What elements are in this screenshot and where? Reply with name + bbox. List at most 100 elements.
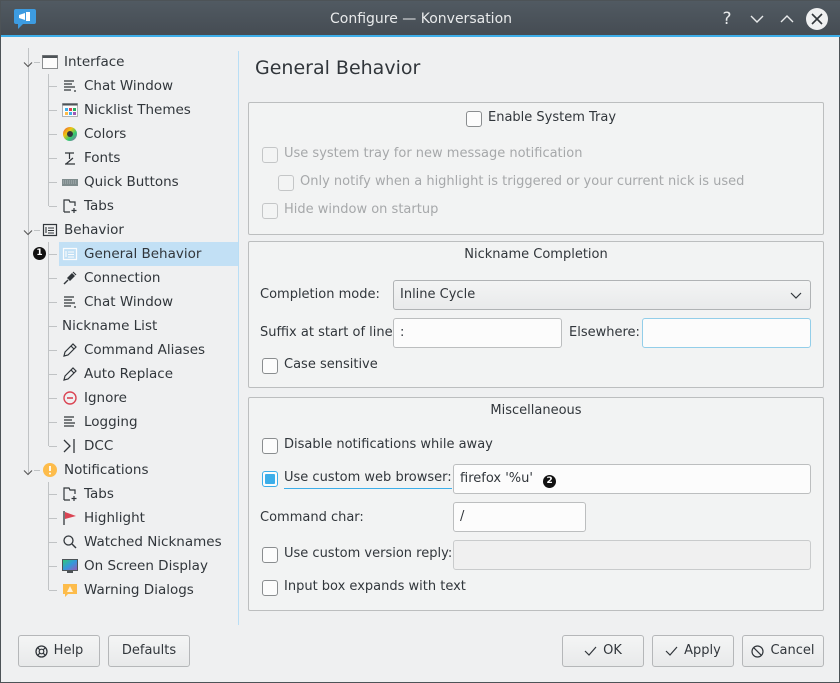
tree-line [49, 254, 57, 255]
tree-group-interface[interactable]: Interface [42, 50, 238, 74]
tree-group-behavior[interactable]: Behavior [42, 218, 238, 242]
tree-line [49, 326, 57, 327]
title-bar[interactable]: Configure — Konversation ? [1, 1, 840, 37]
only-notify-highlight-checkbox[interactable] [278, 175, 294, 191]
expand-toggle[interactable] [23, 58, 33, 68]
tree-line [49, 446, 57, 447]
expand-toggle[interactable] [23, 226, 33, 236]
nickname-completion-group: Nickname Completion Completion mode: Inl… [248, 241, 824, 388]
input-expands-label[interactable]: Input box expands with text [284, 579, 466, 594]
custom-version-label[interactable]: Use custom version reply: [284, 546, 452, 561]
tree-item-auto-replace[interactable]: Auto Replace [59, 362, 238, 386]
tree-item-highlight[interactable]: Highlight [59, 506, 238, 530]
ok-button[interactable]: OK [562, 635, 644, 667]
tree-item-chat-window[interactable]: Chat Window [59, 74, 238, 98]
tree-item-fonts[interactable]: Fonts [59, 146, 238, 170]
tree-line [49, 398, 57, 399]
disable-notifications-checkbox[interactable] [262, 438, 278, 454]
miscellaneous-title: Miscellaneous [490, 403, 582, 418]
apply-button-label: Apply [684, 643, 721, 658]
tree-line [49, 494, 57, 495]
tree-line [49, 542, 57, 543]
tray-notification-label[interactable]: Use system tray for new message notifica… [284, 146, 582, 161]
tree-item-chat-window[interactable]: Chat Window [59, 290, 238, 314]
annotation-marker-2: 2 [543, 475, 557, 488]
chevron-down-icon [23, 470, 33, 476]
tree-line [34, 230, 40, 231]
tree-item-label: Chat Window [84, 294, 174, 310]
elsewhere-input[interactable] [642, 318, 811, 348]
tree-item-label: Ignore [84, 390, 127, 406]
enable-system-tray-label[interactable]: Enable System Tray [488, 110, 616, 125]
custom-version-input[interactable] [453, 540, 811, 570]
tree-item-logging[interactable]: Logging [59, 410, 238, 434]
tree-item-label: DCC [84, 438, 114, 454]
tree-item-general-behavior[interactable]: General Behavior [59, 242, 238, 266]
custom-browser-checkbox[interactable] [262, 471, 278, 487]
minimize-button[interactable] [747, 9, 767, 29]
cancel-button[interactable]: Cancel [742, 635, 824, 667]
tree-item-colors[interactable]: Colors [59, 122, 238, 146]
terminal-icon [62, 438, 78, 454]
tree-item-ignore[interactable]: Ignore [59, 386, 238, 410]
tree-line [49, 566, 57, 567]
defaults-button-label: Defaults [121, 643, 177, 658]
checkmark-icon [584, 646, 597, 656]
custom-browser-label[interactable]: Use custom web browser: [284, 470, 452, 489]
tree-item-label: On Screen Display [84, 558, 208, 574]
only-notify-highlight-label[interactable]: Only notify when a highlight is triggere… [300, 174, 744, 189]
tree-line [49, 518, 57, 519]
expand-toggle[interactable] [23, 466, 33, 476]
hide-on-startup-checkbox[interactable] [262, 203, 278, 219]
tree-item-label: Logging [84, 414, 138, 430]
annotation-marker-1: 1 [33, 247, 46, 260]
sidebar-splitter[interactable] [238, 51, 239, 625]
tree-item-quick-buttons[interactable]: Quick Buttons [59, 170, 238, 194]
tree-item-connection[interactable]: Connection [59, 266, 238, 290]
tree-item-label: Connection [84, 270, 161, 286]
tree-item-label: Nickname List [62, 318, 158, 334]
color-wheel-icon [62, 126, 78, 142]
enable-system-tray-checkbox[interactable] [466, 111, 482, 127]
input-expands-checkbox[interactable] [262, 580, 278, 596]
tree-item-dcc[interactable]: DCC [59, 434, 238, 458]
completion-mode-select[interactable]: Inline Cycle [393, 280, 811, 310]
tree-item-label: Fonts [84, 150, 121, 166]
miscellaneous-group: Miscellaneous Disable notifications whil… [248, 397, 824, 611]
tree-group-label: Interface [64, 54, 125, 70]
case-sensitive-label[interactable]: Case sensitive [284, 357, 378, 372]
tree-item-on-screen-display[interactable]: On Screen Display [59, 554, 238, 578]
case-sensitive-checkbox[interactable] [262, 358, 278, 374]
custom-browser-input[interactable]: firefox '%u' 2 [453, 464, 811, 494]
question-icon: ? [722, 9, 732, 29]
tree-line [28, 48, 29, 474]
help-title-button[interactable]: ? [717, 9, 737, 29]
tree-item-nickname-list[interactable]: Nickname List [59, 314, 238, 338]
tray-notification-checkbox[interactable] [262, 147, 278, 163]
cancel-icon [751, 644, 765, 658]
defaults-button[interactable]: Defaults [108, 635, 190, 667]
help-button[interactable]: Help [18, 635, 100, 667]
maximize-button[interactable] [777, 9, 797, 29]
warning-dialog-icon [62, 582, 78, 598]
hide-on-startup-label[interactable]: Hide window on startup [284, 202, 438, 217]
tree-item-tabs[interactable]: Tabs [59, 482, 238, 506]
tree-item-nicklist-themes[interactable]: Nicklist Themes [59, 98, 238, 122]
keyboard-icon [62, 174, 78, 190]
tree-item-watched-nicknames[interactable]: Watched Nicknames [59, 530, 238, 554]
text-lines-icon [62, 78, 78, 94]
tree-item-command-aliases[interactable]: Command Aliases [59, 338, 238, 362]
disable-notifications-label[interactable]: Disable notifications while away [284, 437, 493, 452]
close-button[interactable] [806, 8, 828, 30]
help-button-label: Help [53, 643, 84, 658]
suffix-input[interactable]: : [393, 318, 562, 348]
tree-line [49, 134, 57, 135]
custom-version-checkbox[interactable] [262, 547, 278, 563]
tree-item-warning-dialogs[interactable]: Warning Dialogs [59, 578, 238, 602]
command-char-input[interactable]: / [453, 502, 586, 532]
tree-line [34, 62, 40, 63]
apply-button[interactable]: Apply [652, 635, 734, 667]
tree-group-notifications[interactable]: Notifications [42, 458, 238, 482]
chevron-down-icon [790, 292, 802, 299]
tree-item-tabs[interactable]: Tabs [59, 194, 238, 218]
